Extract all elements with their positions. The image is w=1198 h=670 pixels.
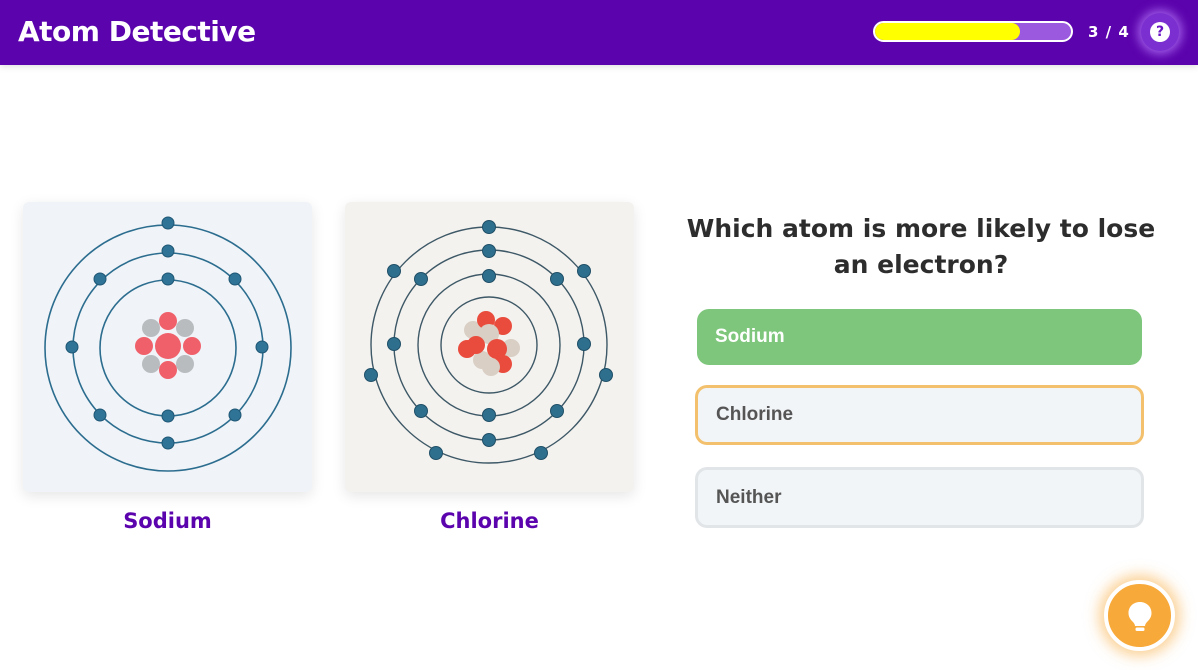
proton [467,336,485,354]
proton [183,337,201,355]
electron [161,272,175,286]
electron [482,408,496,422]
electron [577,264,591,278]
electron [550,272,564,286]
electron [414,404,428,418]
app-title: Atom Detective [18,15,256,48]
electron [65,340,79,354]
electron [228,408,242,422]
answer-label: Chlorine [716,404,794,425]
electron [599,368,613,382]
proton [159,361,177,379]
top-bar: Atom Detective 3 / 4 ? [0,0,1198,65]
neutron [176,355,194,373]
electron [429,446,443,460]
progress-counter: 3 / 4 [1088,23,1130,41]
answer-option-neither[interactable]: Neither [695,467,1144,528]
electron [161,409,175,423]
electron [482,433,496,447]
electron [387,264,401,278]
lightbulb-icon [1128,601,1151,631]
electron [482,244,496,258]
chlorine-nucleus [458,311,520,376]
electron [93,408,107,422]
proton [155,333,181,359]
sodium-nucleus [135,312,201,379]
sodium-electrons [65,216,269,450]
sodium-label: Sodium [123,509,212,533]
proton [487,339,507,359]
neutron [142,355,160,373]
electron [414,272,428,286]
question-text: Which atom is more likely to lose an ele… [686,214,1156,279]
proton [159,312,177,330]
chlorine-label: Chlorine [440,509,539,533]
electron [161,216,175,230]
proton [135,337,153,355]
answer-option-chlorine[interactable]: Chlorine [695,385,1144,445]
help-button[interactable]: ? [1141,13,1179,51]
sodium-atom-card [23,202,312,492]
progress-bar [873,21,1073,42]
chlorine-atom-card [345,202,634,492]
electron [228,272,242,286]
electron [161,244,175,258]
electron [364,368,378,382]
electron [577,337,591,351]
answer-label: Neither [716,486,782,508]
chlorine-atom-diagram [364,220,613,464]
electron [255,340,269,354]
electron [534,446,548,460]
neutron [176,319,194,337]
electron [482,220,496,234]
answer-label: Sodium [715,326,785,347]
electron [161,436,175,450]
neutron [482,358,500,376]
progress-bar-fill [875,23,1021,40]
sodium-atom-diagram [44,216,292,472]
neutron [142,319,160,337]
hint-button[interactable] [1104,580,1175,651]
electron [387,337,401,351]
electron [482,269,496,283]
electron [550,404,564,418]
question-mark-icon: ? [1150,22,1170,42]
answer-option-sodium[interactable]: Sodium [697,309,1142,365]
electron [93,272,107,286]
